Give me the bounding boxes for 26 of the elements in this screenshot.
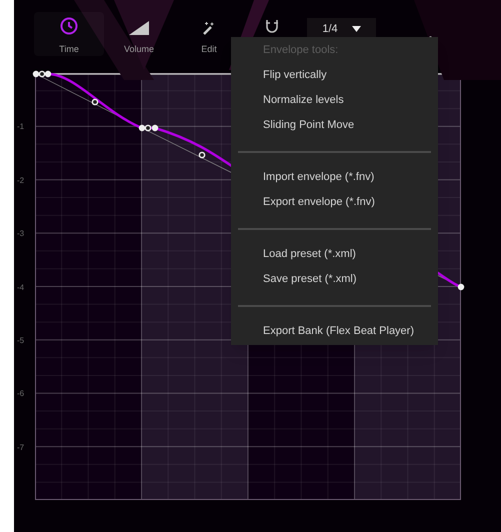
- menu-item[interactable]: Export envelope (*.fnv): [231, 190, 438, 215]
- magnet-icon: [265, 18, 279, 34]
- menu-item[interactable]: Flip vertically: [231, 63, 438, 88]
- menu-header: Envelope tools:: [263, 43, 338, 58]
- tool-button[interactable]: Volume: [104, 12, 174, 56]
- axis-label: -3: [17, 228, 24, 240]
- axis-label: -1: [17, 121, 24, 134]
- menu-item[interactable]: Export Bank (Flex Beat Player): [231, 319, 438, 344]
- menu-item[interactable]: Normalize levels: [231, 88, 438, 113]
- tool-button[interactable]: Time: [34, 12, 104, 56]
- tool-button[interactable]: Edit: [174, 12, 244, 56]
- wand-icon: [202, 20, 216, 34]
- axis-label: -5: [17, 334, 24, 347]
- axis-label: -4: [17, 282, 24, 294]
- clock-icon: [60, 16, 78, 34]
- menu-item[interactable]: Import envelope (*.fnv): [231, 165, 438, 190]
- curve-handles[interactable]: [38, 70, 206, 158]
- envelope-points[interactable]: [32, 70, 464, 290]
- menu-item[interactable]: Load preset (*.xml): [231, 242, 438, 267]
- menu-item[interactable]: Sliding Point Move: [231, 113, 438, 138]
- axis-label: -6: [17, 388, 24, 400]
- axis-label: -2: [17, 174, 24, 187]
- ramp-icon: [129, 20, 149, 34]
- axis-label: -7: [17, 442, 24, 454]
- caret-icon: [352, 26, 361, 32]
- menu-item[interactable]: Save preset (*.xml): [231, 267, 438, 292]
